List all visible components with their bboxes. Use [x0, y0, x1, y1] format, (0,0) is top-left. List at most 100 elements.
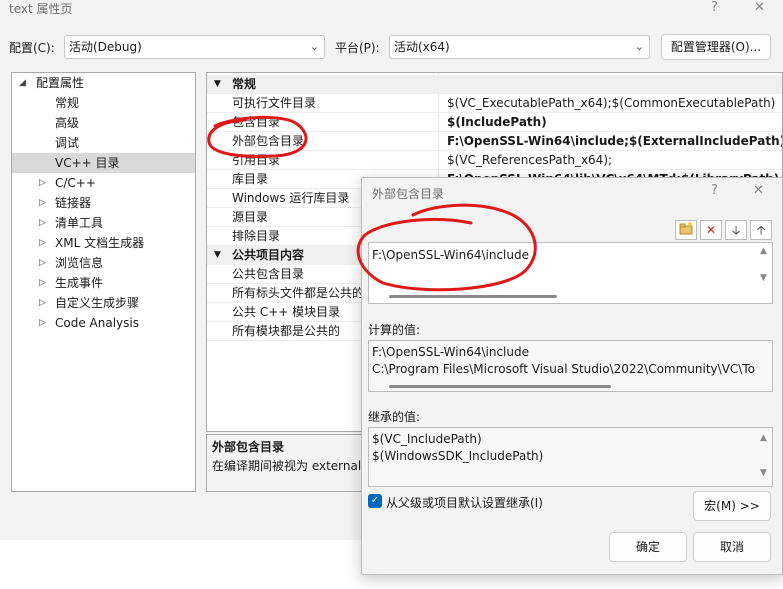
tree-item-label: 清单工具: [55, 216, 104, 230]
platform-value: 活动(x64): [394, 40, 450, 54]
computed-label: 计算的值:: [368, 323, 421, 337]
chevron-down-icon: ⌄: [309, 40, 319, 53]
help-button[interactable]: ?: [711, 0, 718, 17]
property-tree[interactable]: ◢ 配置属性 常规高级调试 VC++ 目录 ▷ C/C++ ▷ 链接器 ▷ 清单工具 ▷ XML …: [11, 72, 196, 492]
macros-button[interactable]: 宏(M) >>: [693, 491, 771, 521]
delete-x-icon: ✕: [705, 223, 717, 237]
ok-button[interactable]: 确定: [609, 532, 687, 562]
property-name: 包含目录: [232, 115, 281, 129]
tree-item-label: XML 文档生成器: [55, 236, 145, 250]
tree-item[interactable]: ▷ 清单工具: [12, 213, 195, 233]
property-row[interactable]: 外部包含目录 F:\OpenSSL-Win64\include;$(Externa…: [207, 132, 782, 151]
property-value[interactable]: $(VC_ReferencesPath_x64);: [447, 151, 782, 170]
tree-item[interactable]: ▷ 链接器: [12, 193, 195, 213]
close-button[interactable]: ✕: [754, 0, 765, 17]
tree-item[interactable]: ▷ XML 文档生成器: [12, 233, 195, 253]
tree-item[interactable]: 常规: [12, 93, 195, 113]
folder-new-icon: [679, 222, 693, 235]
tree-item[interactable]: ▷ C/C++: [12, 173, 195, 193]
tree-item[interactable]: 调试: [12, 133, 195, 153]
tree-item[interactable]: ▷ 生成事件: [12, 273, 195, 293]
category-general[interactable]: ▼ 常规: [207, 75, 782, 94]
tree-root-label: 配置属性: [36, 76, 85, 90]
delete-line-button[interactable]: ✕: [700, 220, 722, 240]
description-text: 在编译期间被视为 external/: [212, 459, 366, 473]
tree-item-label: 链接器: [55, 196, 92, 210]
configuration-select[interactable]: 活动(Debug) ⌄: [64, 35, 325, 59]
inherited-label: 继承的值:: [368, 410, 421, 424]
expand-arrow-icon[interactable]: ▷: [39, 273, 46, 293]
tree-item-label: 调试: [55, 136, 80, 150]
scroll-up-icon[interactable]: ▲: [760, 433, 767, 443]
property-value[interactable]: $(VC_ExecutablePath_x64);$(CommonExecuta…: [447, 94, 782, 113]
configuration-value: 活动(Debug): [69, 40, 142, 54]
computed-line: C:\Program Files\Microsoft Visual Studio…: [372, 362, 755, 376]
dialog-close-button[interactable]: ✕: [753, 183, 764, 198]
scroll-up-icon[interactable]: ▲: [760, 246, 767, 256]
property-value[interactable]: F:\OpenSSL-Win64\include;$(ExternalInclu…: [447, 132, 782, 151]
configuration-manager-button[interactable]: 配置管理器(O)...: [661, 34, 771, 60]
inherited-line: $(VC_IncludePath): [372, 432, 482, 446]
expand-arrow-icon[interactable]: ▷: [39, 313, 46, 333]
tree-item-label: C/C++: [55, 176, 96, 190]
scroll-down-icon[interactable]: ▼: [760, 468, 767, 478]
inherited-values-box: $(VC_IncludePath) $(WindowsSDK_IncludePa…: [368, 427, 773, 487]
edit-value-box[interactable]: F:\OpenSSL-Win64\include ▲ ▼: [368, 242, 773, 304]
property-row[interactable]: 引用目录 $(VC_ReferencesPath_x64);: [207, 151, 782, 170]
move-down-button[interactable]: 🡣: [725, 220, 747, 240]
external-include-dialog: 外部包含目录 ? ✕ ✕ 🡣 🡡 F:\OpenSSL-Win64\includ…: [361, 177, 783, 575]
inherited-line: $(WindowsSDK_IncludePath): [372, 449, 544, 463]
tree-item-label: 高级: [55, 116, 80, 130]
computed-values-box: F:\OpenSSL-Win64\include C:\Program File…: [368, 340, 773, 392]
tree-item-label: 自定义生成步骤: [55, 296, 140, 310]
tree-item-label: 浏览信息: [55, 256, 104, 270]
horizontal-scrollbar[interactable]: [389, 385, 611, 388]
tree-item-label: 生成事件: [55, 276, 104, 290]
inherit-checkbox-label[interactable]: 从父级或项目默认设置继承(I): [386, 494, 543, 511]
scroll-down-icon[interactable]: ▼: [760, 273, 767, 283]
tree-item-label: VC++ 目录: [55, 156, 120, 170]
horizontal-scrollbar[interactable]: [389, 295, 557, 298]
window-title: text 属性页: [9, 2, 73, 16]
expand-arrow-icon[interactable]: ▷: [39, 213, 46, 233]
property-row[interactable]: 可执行文件目录 $(VC_ExecutablePath_x64);$(Common…: [207, 94, 782, 113]
collapse-arrow-icon[interactable]: ▼: [214, 246, 221, 265]
inherit-checkbox[interactable]: ✓: [368, 494, 382, 508]
arrow-up-icon: 🡡: [756, 223, 766, 237]
move-up-button[interactable]: 🡡: [750, 220, 772, 240]
configuration-label: 配置(C):: [9, 41, 55, 55]
expand-arrow-icon[interactable]: ▷: [39, 173, 46, 193]
collapse-arrow-icon[interactable]: ◢: [19, 73, 26, 93]
computed-line: F:\OpenSSL-Win64\include: [372, 345, 529, 359]
tree-root[interactable]: ◢ 配置属性: [12, 73, 195, 93]
collapse-arrow-icon[interactable]: ▼: [214, 75, 221, 94]
dialog-help-button[interactable]: ?: [711, 183, 718, 198]
property-value[interactable]: $(IncludePath): [447, 113, 782, 132]
dialog-title: 外部包含目录: [372, 187, 445, 201]
tree-item[interactable]: ▷ 浏览信息: [12, 253, 195, 273]
tree-item[interactable]: VC++ 目录: [12, 153, 195, 173]
edit-value-line[interactable]: F:\OpenSSL-Win64\include: [372, 247, 529, 263]
category-label: 常规: [232, 77, 257, 91]
platform-label: 平台(P):: [335, 41, 380, 55]
new-line-button[interactable]: [675, 220, 697, 240]
description-title: 外部包含目录: [212, 440, 285, 454]
expand-arrow-icon[interactable]: ▷: [39, 233, 46, 253]
tree-item-label: Code Analysis: [55, 316, 139, 330]
property-name: 外部包含目录: [232, 134, 305, 148]
chevron-down-icon: ⌄: [634, 40, 644, 53]
category-label: 公共项目内容: [232, 248, 305, 262]
arrow-down-icon: 🡣: [731, 223, 741, 237]
tree-item[interactable]: ▷ 自定义生成步骤: [12, 293, 195, 313]
property-name: 可执行文件目录: [232, 96, 317, 110]
cancel-button[interactable]: 取消: [693, 532, 771, 562]
expand-arrow-icon[interactable]: ▷: [39, 193, 46, 213]
expand-arrow-icon[interactable]: ▷: [39, 293, 46, 313]
platform-select[interactable]: 活动(x64) ⌄: [389, 35, 650, 59]
property-name: 引用目录: [232, 153, 281, 167]
tree-item-label: 常规: [55, 96, 80, 110]
tree-item[interactable]: ▷ Code Analysis: [12, 313, 195, 333]
property-row[interactable]: 包含目录 $(IncludePath): [207, 113, 782, 132]
tree-item[interactable]: 高级: [12, 113, 195, 133]
expand-arrow-icon[interactable]: ▷: [39, 253, 46, 273]
